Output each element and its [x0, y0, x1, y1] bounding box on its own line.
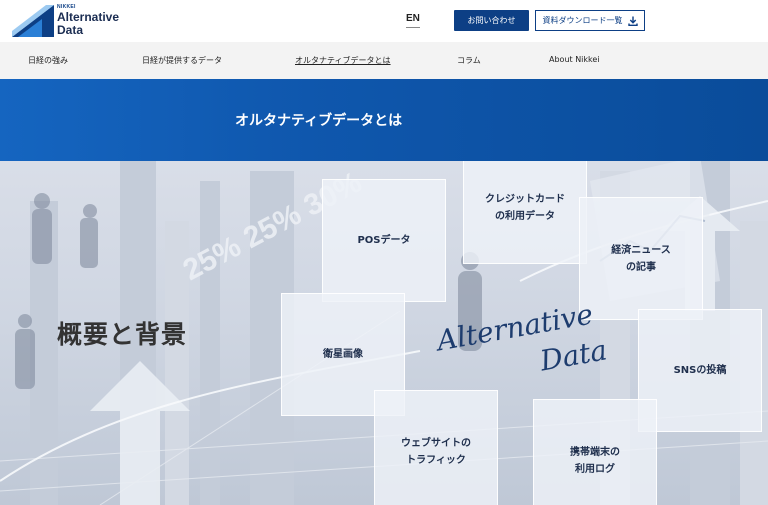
nav-item-column[interactable]: コラム	[457, 55, 481, 66]
logo-mark-icon	[12, 5, 54, 37]
data-type-card-mobile-log: 携帯端末の 利用ログ	[533, 399, 657, 505]
download-button-label: 資料ダウンロード一覧	[542, 16, 623, 25]
card-label-line1: ウェブサイトの	[401, 437, 471, 449]
card-label-line1: クレジットカード	[485, 193, 565, 205]
card-label: SNSの投稿	[673, 365, 727, 376]
nav-item-nikkei-strengths[interactable]: 日経の強み	[28, 55, 68, 66]
nikkei-alternative-data-logo[interactable]: NIKKEI Alternative Data	[12, 4, 142, 38]
document-download-button[interactable]: 資料ダウンロード一覧	[535, 10, 645, 31]
logo-text-data: Data	[57, 23, 84, 37]
data-type-card-credit-card: クレジットカード の利用データ	[463, 161, 587, 264]
language-switch-en[interactable]: EN	[406, 13, 420, 28]
data-type-card-economic-news: 経済ニュース の記事	[579, 197, 703, 320]
data-type-card-web-traffic: ウェブサイトの トラフィック	[374, 390, 498, 505]
global-nav: 日経の強み 日経が提供するデータ オルタナティブデータとは コラム About …	[0, 42, 768, 79]
download-icon	[627, 16, 638, 26]
page-title: オルタナティブデータとは	[235, 113, 403, 129]
section-heading: 概要と背景	[57, 320, 188, 349]
card-label-line2: トラフィック	[406, 454, 466, 466]
site-header: NIKKEI Alternative Data EN お問い合わせ 資料ダウンロ…	[0, 0, 768, 42]
contact-button[interactable]: お問い合わせ	[454, 10, 529, 31]
hero-section: 25% 25% 30% 概要と背景 POSデータ クレジットカード の利用データ…	[0, 161, 768, 505]
data-type-card-pos: POSデータ	[322, 179, 446, 302]
card-label: 衛星画像	[323, 349, 363, 360]
nav-item-nikkei-data[interactable]: 日経が提供するデータ	[142, 55, 222, 66]
card-label: POSデータ	[357, 235, 411, 246]
card-label-line2: の記事	[626, 261, 656, 273]
card-label-line2: の利用データ	[495, 210, 555, 222]
nav-item-about-nikkei[interactable]: About Nikkei	[549, 55, 600, 64]
contact-button-label: お問い合わせ	[467, 16, 516, 25]
nav-item-what-is-alternative-data[interactable]: オルタナティブデータとは	[295, 55, 391, 66]
card-label-line1: 経済ニュース	[611, 244, 671, 256]
card-label-line1: 携帯端末の	[570, 446, 620, 458]
logo-text-alternative: Alternative	[57, 10, 120, 24]
card-label-line2: 利用ログ	[575, 463, 615, 475]
